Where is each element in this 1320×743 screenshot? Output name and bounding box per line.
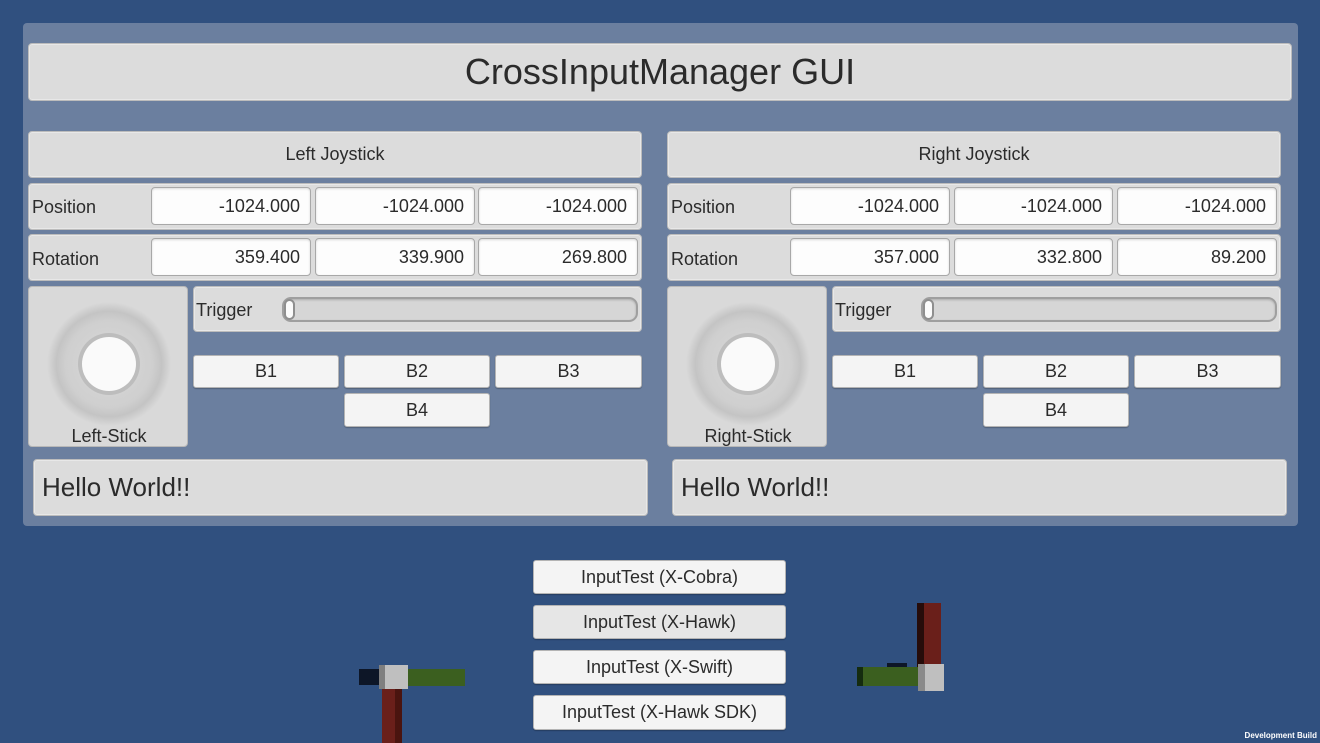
right-controller-model <box>857 603 944 691</box>
left-position-x-field[interactable]: -1024.000 <box>151 187 311 225</box>
right-position-label: Position <box>671 197 736 217</box>
input-test-x-cobra-button[interactable]: InputTest (X-Cobra) <box>533 560 786 594</box>
right-stick-label: Right-Stick <box>704 426 792 446</box>
right-trigger-slider[interactable] <box>921 297 1277 322</box>
left-b1-button[interactable]: B1 <box>193 355 339 388</box>
left-stick-knob-icon <box>47 302 171 426</box>
page-title: CrossInputManager GUI <box>28 43 1292 101</box>
right-position-z-field[interactable]: -1024.000 <box>1117 187 1277 225</box>
input-test-x-hawk-sdk-button[interactable]: InputTest (X-Hawk SDK) <box>533 695 786 730</box>
right-rotation-label: Rotation <box>671 249 739 269</box>
right-b3-button[interactable]: B3 <box>1134 355 1281 388</box>
left-rotation-label: Rotation <box>32 249 100 269</box>
right-rotation-y-field[interactable]: 332.800 <box>954 238 1113 276</box>
left-stick[interactable]: Left-Stick <box>28 286 188 447</box>
left-trigger-handle[interactable] <box>284 299 295 320</box>
left-stick-label: Left-Stick <box>71 426 147 446</box>
right-message-box: Hello World!! <box>672 459 1287 516</box>
right-joystick-header: Right Joystick <box>667 131 1281 178</box>
left-controller-model <box>359 665 465 743</box>
left-trigger-label: Trigger <box>196 300 253 320</box>
left-position-y-field[interactable]: -1024.000 <box>315 187 475 225</box>
right-b4-button[interactable]: B4 <box>983 393 1129 427</box>
app-window: { "title": "CrossInputManager GUI", "lef… <box>0 0 1320 743</box>
left-position-z-field[interactable]: -1024.000 <box>478 187 638 225</box>
left-message-box: Hello World!! <box>33 459 648 516</box>
right-b2-button[interactable]: B2 <box>983 355 1129 388</box>
right-model-right-axis <box>857 667 927 686</box>
right-rotation-z-field[interactable]: 89.200 <box>1117 238 1277 276</box>
right-stick[interactable]: Right-Stick <box>667 286 827 447</box>
left-rotation-x-field[interactable]: 359.400 <box>151 238 311 276</box>
input-test-x-swift-button[interactable]: InputTest (X-Swift) <box>533 650 786 684</box>
left-joystick-header: Left Joystick <box>28 131 642 178</box>
right-trigger-label: Trigger <box>835 300 892 320</box>
right-b1-button[interactable]: B1 <box>832 355 978 388</box>
right-trigger-handle[interactable] <box>923 299 934 320</box>
left-rotation-z-field[interactable]: 269.800 <box>478 238 638 276</box>
right-rotation-x-field[interactable]: 357.000 <box>790 238 950 276</box>
left-b2-button[interactable]: B2 <box>344 355 490 388</box>
left-b3-button[interactable]: B3 <box>495 355 642 388</box>
left-position-label: Position <box>32 197 97 217</box>
right-position-y-field[interactable]: -1024.000 <box>954 187 1113 225</box>
left-trigger-slider[interactable] <box>282 297 638 322</box>
left-rotation-y-field[interactable]: 339.900 <box>315 238 475 276</box>
right-stick-knob-icon <box>686 302 810 426</box>
development-build-label: Development Build <box>1244 731 1317 740</box>
right-position-x-field[interactable]: -1024.000 <box>790 187 950 225</box>
left-b4-button[interactable]: B4 <box>344 393 490 427</box>
input-test-x-hawk-button[interactable]: InputTest (X-Hawk) <box>533 605 786 639</box>
